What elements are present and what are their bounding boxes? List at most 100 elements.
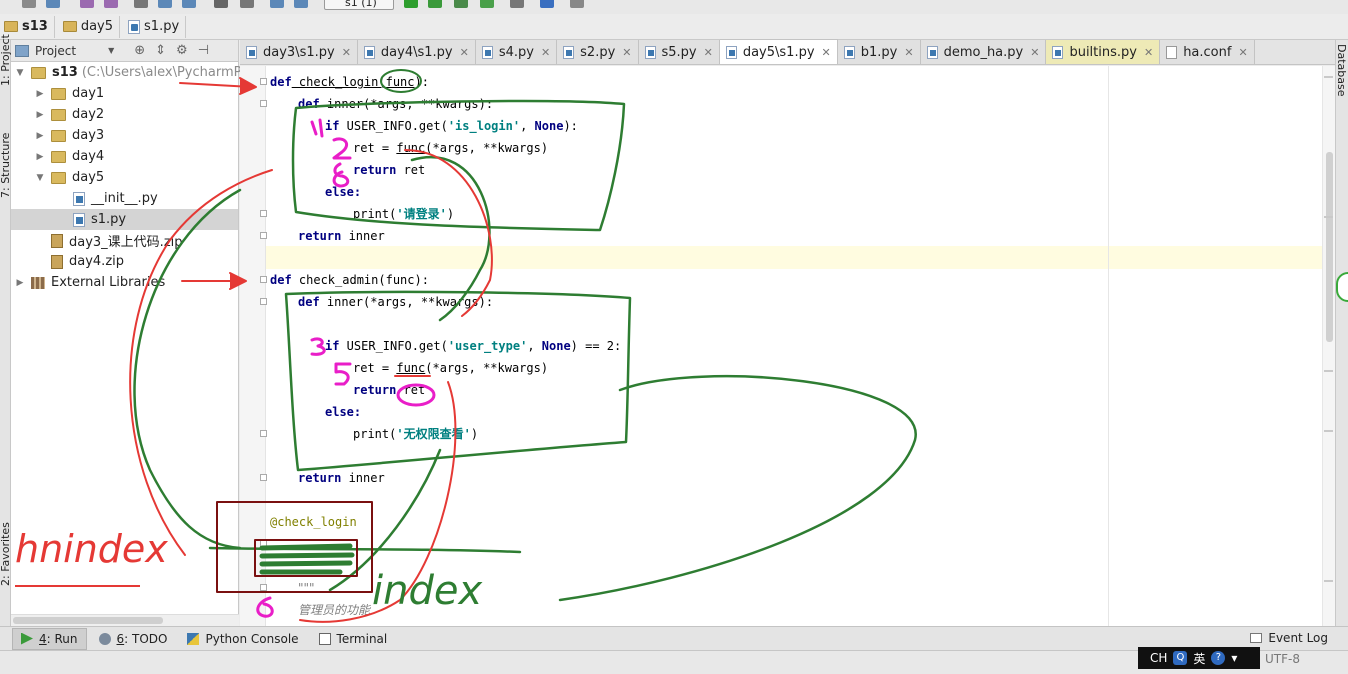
scroll-from-source-icon[interactable]: ⊕ xyxy=(134,43,145,58)
redo-icon[interactable] xyxy=(104,0,118,8)
error-stripe-mark[interactable] xyxy=(1324,370,1333,372)
collapsed-arrow-icon[interactable]: ▶ xyxy=(35,152,45,162)
debug-icon[interactable] xyxy=(428,0,442,8)
close-icon[interactable]: ✕ xyxy=(1030,46,1039,59)
copy-icon[interactable] xyxy=(158,0,172,8)
vertical-scrollbar[interactable] xyxy=(1322,66,1335,626)
fold-icon[interactable] xyxy=(260,78,267,85)
tool-icon[interactable] xyxy=(570,0,584,8)
tab-s5[interactable]: s5.py ✕ xyxy=(638,40,720,64)
close-icon[interactable]: ✕ xyxy=(704,46,713,59)
code-editor[interactable]: def check_login(func): def inner(*args, … xyxy=(240,66,1335,626)
close-icon[interactable]: ✕ xyxy=(622,46,631,59)
save-icon[interactable] xyxy=(22,0,36,8)
cut-icon[interactable] xyxy=(134,0,148,8)
tab-b1[interactable]: b1.py ✕ xyxy=(837,40,921,64)
tab-day4-s1[interactable]: day4\s1.py ✕ xyxy=(357,40,476,64)
tab-s2[interactable]: s2.py ✕ xyxy=(557,40,639,64)
event-log-button[interactable]: Event Log xyxy=(1250,631,1328,645)
tab-demo-ha[interactable]: demo_ha.py ✕ xyxy=(920,40,1047,64)
collapse-all-icon[interactable]: ⇕ xyxy=(155,43,166,58)
gear-icon[interactable]: ⚙ xyxy=(176,43,188,58)
breadcrumb-s1py[interactable]: s1.py xyxy=(124,15,187,38)
close-icon[interactable]: ✕ xyxy=(1144,46,1153,59)
tool-window-terminal[interactable]: Terminal xyxy=(311,628,396,650)
forward-icon[interactable] xyxy=(294,0,308,8)
inspection-status-icon[interactable] xyxy=(1336,272,1348,302)
back-icon[interactable] xyxy=(270,0,284,8)
tool-window-python-console[interactable]: Python Console xyxy=(179,628,306,650)
tree-node-day5[interactable]: ▼ day5 xyxy=(35,167,105,188)
close-icon[interactable]: ✕ xyxy=(342,46,351,59)
fold-icon[interactable] xyxy=(260,276,267,283)
error-stripe-mark[interactable] xyxy=(1324,216,1333,218)
run-config-selector[interactable]: s1 (1) xyxy=(324,0,394,10)
scrollbar-thumb[interactable] xyxy=(1326,152,1333,342)
expanded-arrow-icon[interactable]: ▼ xyxy=(35,173,45,183)
collapsed-arrow-icon[interactable]: ▶ xyxy=(35,110,45,120)
collapsed-arrow-icon[interactable]: ▶ xyxy=(15,278,25,288)
fold-icon[interactable] xyxy=(260,232,267,239)
tree-node-day2[interactable]: ▶ day2 xyxy=(35,104,105,125)
sync-icon[interactable] xyxy=(46,0,60,8)
project-view-selector[interactable]: Project xyxy=(35,44,76,58)
coverage-icon[interactable] xyxy=(454,0,468,8)
main-toolbar: s1 (1) xyxy=(0,0,1348,14)
expanded-arrow-icon[interactable]: ▼ xyxy=(15,68,25,78)
horizontal-scrollbar[interactable] xyxy=(11,614,239,626)
tree-node-day4-zip[interactable]: day4.zip xyxy=(51,251,124,272)
tab-day3-s1[interactable]: day3\s1.py ✕ xyxy=(240,40,358,64)
tab-s4[interactable]: s4.py ✕ xyxy=(475,40,558,64)
collapsed-arrow-icon[interactable]: ▶ xyxy=(35,89,45,99)
chevron-down-icon[interactable]: ▼ xyxy=(108,46,114,55)
find-icon[interactable] xyxy=(214,0,228,8)
tree-node-day1[interactable]: ▶ day1 xyxy=(35,83,105,104)
fold-icon[interactable] xyxy=(260,474,267,481)
fold-icon[interactable] xyxy=(260,584,267,591)
tree-node-s1-py[interactable]: s1.py xyxy=(11,209,238,230)
tree-node-external-libraries[interactable]: ▶ External Libraries xyxy=(15,272,166,293)
tool-window-run[interactable]: 4: Run xyxy=(12,627,87,650)
help-icon[interactable] xyxy=(540,0,554,8)
tree-node-day4[interactable]: ▶ day4 xyxy=(35,146,105,167)
replace-icon[interactable] xyxy=(240,0,254,8)
hide-panel-icon[interactable]: ⊣ xyxy=(198,43,209,58)
error-stripe-mark[interactable] xyxy=(1324,76,1333,78)
fold-icon[interactable] xyxy=(260,540,267,547)
close-icon[interactable]: ✕ xyxy=(460,46,469,59)
project-panel-header: Project ▼ ⊕ ⇕ ⚙ ⊣ xyxy=(11,40,238,62)
tree-node-init-py[interactable]: __init__.py xyxy=(73,188,158,209)
file-encoding[interactable]: UTF-8 xyxy=(1265,652,1300,666)
collapsed-arrow-icon[interactable]: ▶ xyxy=(35,131,45,141)
settings-icon[interactable] xyxy=(510,0,524,8)
error-stripe-mark[interactable] xyxy=(1324,580,1333,582)
fold-icon[interactable] xyxy=(260,210,267,217)
tree-node-root[interactable]: ▼ s13 (C:\Users\alex\PycharmProje xyxy=(15,62,266,83)
tree-node-day3[interactable]: ▶ day3 xyxy=(35,125,105,146)
run-icon[interactable] xyxy=(404,0,418,8)
code-line-13: return ret xyxy=(353,383,426,397)
fold-icon[interactable] xyxy=(260,430,267,437)
tab-ha-conf[interactable]: ha.conf ✕ xyxy=(1160,40,1255,64)
tool-window-todo[interactable]: 6: TODO xyxy=(91,628,176,650)
tree-node-day3-zip[interactable]: day3_课上代码.zip xyxy=(51,230,183,251)
scrollbar-thumb[interactable] xyxy=(13,617,163,624)
profile-icon[interactable] xyxy=(480,0,494,8)
fold-icon[interactable] xyxy=(260,298,267,305)
close-icon[interactable]: ✕ xyxy=(904,46,913,59)
close-icon[interactable]: ✕ xyxy=(541,46,550,59)
undo-icon[interactable] xyxy=(80,0,94,8)
ime-indicator[interactable]: CH Q 英 ? ▾ xyxy=(1138,647,1260,669)
close-icon[interactable]: ✕ xyxy=(1238,46,1247,59)
fold-icon[interactable] xyxy=(260,100,267,107)
project-path: (C:\Users\alex\PycharmProje xyxy=(81,65,266,80)
code-line-docstring-open: """ xyxy=(298,581,315,595)
breadcrumb-day5[interactable]: day5 xyxy=(59,15,121,38)
close-icon[interactable]: ✕ xyxy=(822,46,831,59)
tab-day5-s1[interactable]: day5\s1.py ✕ xyxy=(719,39,838,64)
paste-icon[interactable] xyxy=(182,0,196,8)
code-line-16: return inner xyxy=(298,471,385,485)
database-tool-button[interactable]: Database xyxy=(1335,44,1348,97)
error-stripe-mark[interactable] xyxy=(1324,430,1333,432)
tab-builtins[interactable]: builtins.py ✕ xyxy=(1046,40,1161,64)
